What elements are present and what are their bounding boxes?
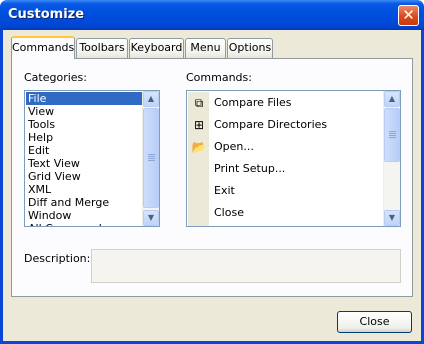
command-item[interactable]: Compare Directories (214, 115, 327, 135)
command-item[interactable]: Close (214, 203, 244, 223)
command-item[interactable]: Open... (214, 137, 254, 157)
grip-line (148, 154, 155, 155)
tab-label: Options (228, 41, 272, 54)
tab-commands[interactable]: Commands (11, 36, 75, 59)
category-item[interactable]: Text View (26, 157, 142, 170)
categories-label: Categories: (24, 71, 87, 84)
category-item[interactable]: Grid View (26, 170, 142, 183)
description-label: Description: (24, 252, 91, 265)
category-item[interactable]: Edit (26, 144, 142, 157)
category-item[interactable]: Diff and Merge (26, 196, 142, 209)
close-icon: ✕ (402, 6, 415, 24)
tab-keyboard[interactable]: Keyboard (129, 38, 184, 58)
grip-line (389, 135, 396, 136)
command-item[interactable]: Exit (214, 181, 235, 201)
grip-line (389, 131, 396, 132)
command-item[interactable]: Compare Files (214, 93, 292, 113)
grip-line (148, 156, 155, 157)
commands-label: Commands: (186, 71, 252, 84)
compare-directories-icon: ⊞ (193, 118, 205, 132)
category-item[interactable]: Window (26, 209, 142, 222)
dialog-client-area: Commands Toolbars Keyboard Menu Options … (3, 30, 421, 341)
chevron-down-icon: ▼ (147, 213, 155, 222)
category-item[interactable]: File (26, 92, 142, 105)
tab-menu[interactable]: Menu (185, 38, 226, 58)
categories-list[interactable]: File View Tools Help Edit Text View Grid View X… (24, 90, 160, 227)
commands-tab-panel: Categories: Commands: File View Tools Help E… (11, 58, 413, 297)
tab-label: Menu (190, 41, 221, 54)
chevron-up-icon: ▲ (147, 94, 155, 103)
icon-gutter (188, 92, 209, 226)
window-title: Customize (8, 7, 85, 22)
category-item[interactable]: All Commands (26, 222, 142, 226)
tab-options[interactable]: Options (227, 38, 273, 58)
chevron-up-icon: ▲ (388, 94, 396, 103)
scroll-down-button[interactable]: ▼ (143, 210, 159, 226)
close-button-label: Close (359, 315, 390, 328)
tab-label: Commands (12, 41, 75, 54)
grip-line (148, 158, 155, 159)
description-box (91, 249, 401, 283)
scroll-thumb[interactable] (384, 108, 400, 162)
category-item[interactable]: XML (26, 183, 142, 196)
category-item[interactable]: View (26, 105, 142, 118)
commands-scrollbar[interactable]: ▲ ▼ (383, 91, 400, 226)
grip-line (148, 160, 155, 161)
category-item[interactable]: Tools (26, 118, 142, 131)
scroll-thumb[interactable] (143, 108, 159, 208)
grip-line (389, 133, 396, 134)
scroll-up-button[interactable]: ▲ (143, 91, 159, 107)
chevron-down-icon: ▼ (388, 213, 396, 222)
scroll-down-button[interactable]: ▼ (384, 210, 400, 226)
tab-label: Toolbars (79, 41, 125, 54)
open-folder-icon: 📂 (191, 140, 207, 154)
commands-list[interactable]: ⧉ Compare Files ⊞ Compare Directories 📂 Open.… (186, 90, 401, 227)
window-close-button[interactable]: ✕ (398, 5, 419, 26)
tab-toolbars[interactable]: Toolbars (76, 38, 128, 58)
customize-dialog: Customize ✕ Commands Toolbars Keyboard M… (0, 0, 424, 344)
command-item[interactable]: Print Setup... (214, 159, 285, 179)
scroll-up-button[interactable]: ▲ (384, 91, 400, 107)
category-item[interactable]: Help (26, 131, 142, 144)
close-button[interactable]: Close (337, 311, 412, 333)
categories-scrollbar[interactable]: ▲ ▼ (142, 91, 159, 226)
grip-line (389, 137, 396, 138)
compare-files-icon: ⧉ (194, 96, 204, 110)
tab-label: Keyboard (130, 41, 183, 54)
title-bar[interactable]: Customize ✕ (0, 0, 424, 30)
